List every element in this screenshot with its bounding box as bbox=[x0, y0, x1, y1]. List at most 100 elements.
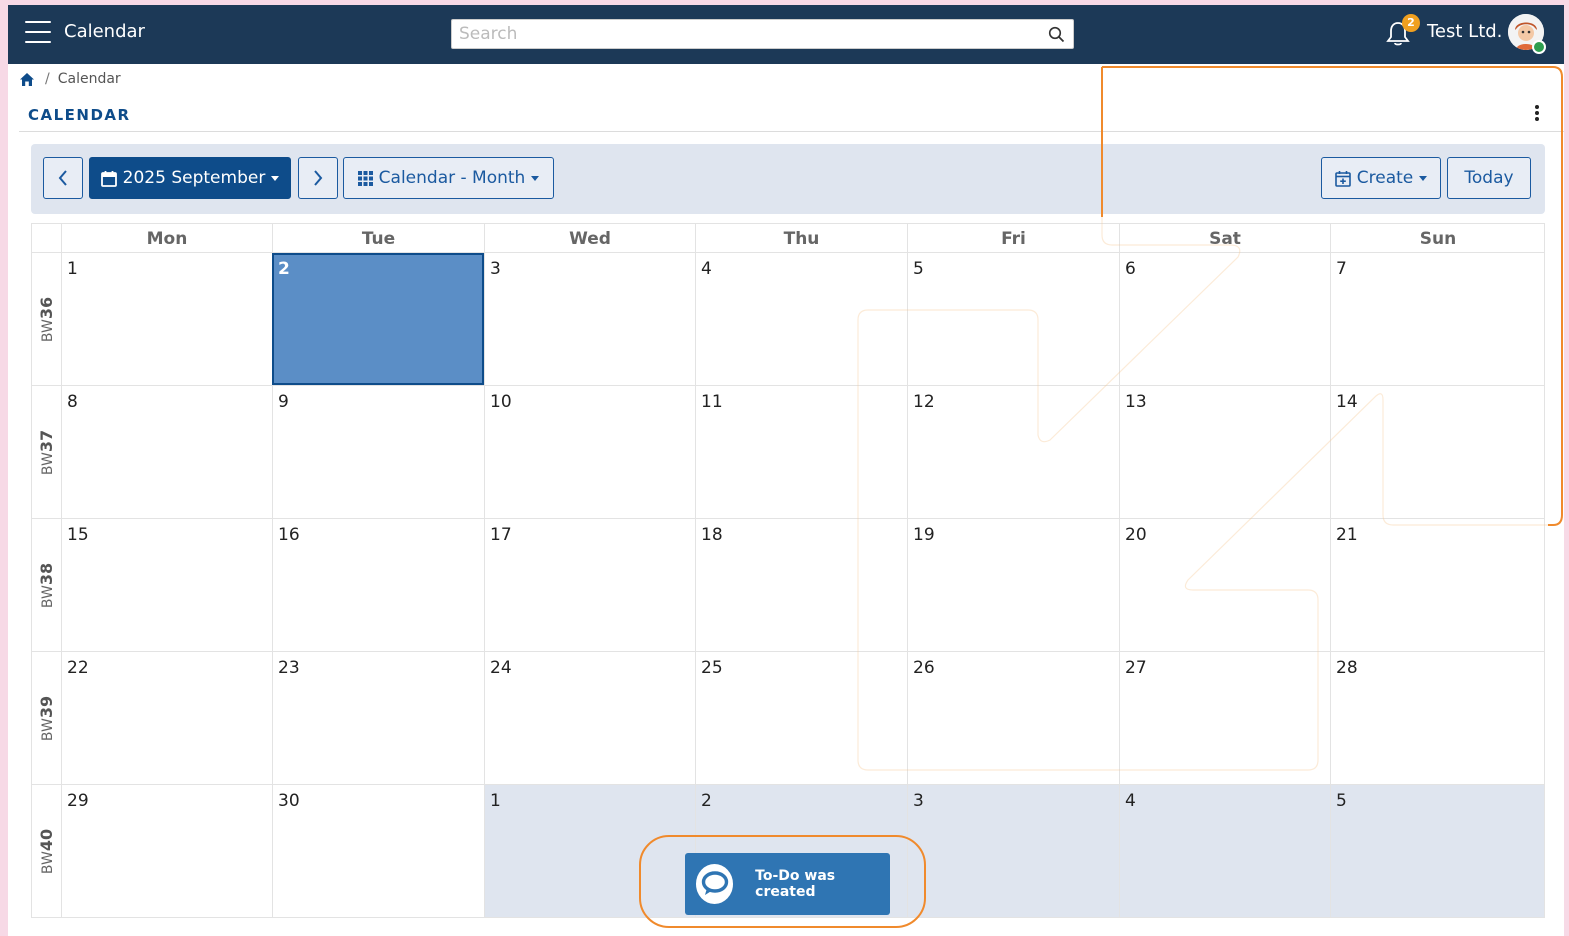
week-num: 39 bbox=[37, 695, 56, 719]
day-cell[interactable]: 10 bbox=[484, 386, 695, 518]
notification-badge: 2 bbox=[1402, 14, 1420, 32]
day-number: 6 bbox=[1125, 259, 1136, 279]
day-cell[interactable]: 28 bbox=[1330, 652, 1545, 784]
day-cell[interactable]: 24 bbox=[484, 652, 695, 784]
day-number: 25 bbox=[701, 658, 723, 678]
month-picker-button[interactable]: 2025 September bbox=[89, 157, 291, 199]
calendar-plus-icon bbox=[1334, 170, 1351, 187]
day-cell[interactable]: 5 bbox=[907, 253, 1119, 385]
grid-edge bbox=[1544, 519, 1545, 652]
day-cell[interactable]: 1 bbox=[484, 785, 695, 917]
day-cell[interactable]: 20 bbox=[1119, 519, 1330, 651]
app-title: Calendar bbox=[64, 21, 145, 42]
week-number-label: BW38 bbox=[37, 563, 56, 608]
day-cell[interactable]: 1 bbox=[61, 253, 272, 385]
menu-icon[interactable] bbox=[25, 21, 51, 43]
online-status-icon bbox=[1532, 40, 1546, 54]
day-cell[interactable]: 3 bbox=[484, 253, 695, 385]
search-input[interactable] bbox=[452, 20, 1032, 48]
day-number: 2 bbox=[701, 791, 712, 811]
day-cell[interactable]: 9 bbox=[272, 386, 484, 518]
week-prefix: BW bbox=[40, 452, 56, 476]
previous-month-button[interactable] bbox=[43, 157, 83, 199]
day-cell[interactable]: 23 bbox=[272, 652, 484, 784]
week-row: BW37 8 9 10 11 12 13 14 bbox=[31, 386, 1545, 519]
breadcrumb-current: Calendar bbox=[57, 71, 121, 87]
page-title: CALENDAR bbox=[28, 106, 131, 124]
day-cell[interactable]: 4 bbox=[1119, 785, 1330, 917]
grid-edge bbox=[1544, 386, 1545, 519]
view-selector-label: Calendar - Month bbox=[378, 168, 526, 188]
week-prefix: BW bbox=[40, 851, 56, 875]
day-cell[interactable]: 13 bbox=[1119, 386, 1330, 518]
day-cell[interactable]: 8 bbox=[61, 386, 272, 518]
day-number: 22 bbox=[67, 658, 89, 678]
day-cell[interactable]: 3 bbox=[907, 785, 1119, 917]
create-button[interactable]: Create bbox=[1321, 157, 1441, 199]
day-number: 26 bbox=[913, 658, 935, 678]
week-number: BW39 bbox=[31, 652, 61, 785]
day-number: 1 bbox=[490, 791, 501, 811]
week-num: 37 bbox=[37, 429, 56, 453]
home-icon[interactable] bbox=[19, 72, 35, 87]
day-cell[interactable]: 21 bbox=[1330, 519, 1545, 651]
day-cell[interactable]: 26 bbox=[907, 652, 1119, 784]
day-number: 28 bbox=[1336, 658, 1358, 678]
calendar-toolbar: 2025 September Calendar - Month Create T… bbox=[31, 144, 1545, 214]
day-cell[interactable]: 5 bbox=[1330, 785, 1545, 917]
chevron-down-icon bbox=[531, 175, 540, 181]
weekday-header-corner bbox=[31, 224, 61, 254]
day-cell[interactable]: 15 bbox=[61, 519, 272, 651]
week-prefix: BW bbox=[40, 585, 56, 609]
week-num: 36 bbox=[37, 296, 56, 320]
day-number: 27 bbox=[1125, 658, 1147, 678]
day-number: 14 bbox=[1336, 392, 1358, 412]
day-cell[interactable]: 29 bbox=[61, 785, 272, 917]
grid-edge bbox=[1544, 785, 1545, 918]
day-number: 23 bbox=[278, 658, 300, 678]
day-number: 3 bbox=[490, 259, 501, 279]
search-icon[interactable] bbox=[1048, 26, 1065, 43]
chat-bubble-icon bbox=[696, 864, 734, 904]
day-cell[interactable]: 11 bbox=[695, 386, 907, 518]
day-cell[interactable]: 17 bbox=[484, 519, 695, 651]
company-name[interactable]: Test Ltd. bbox=[1427, 21, 1502, 42]
week-prefix: BW bbox=[40, 718, 56, 742]
day-number: 1 bbox=[67, 259, 78, 279]
day-cell[interactable]: 18 bbox=[695, 519, 907, 651]
day-cell[interactable]: 25 bbox=[695, 652, 907, 784]
day-cell[interactable]: 16 bbox=[272, 519, 484, 651]
grid-edge bbox=[1544, 224, 1545, 254]
divider bbox=[19, 131, 1564, 132]
next-month-button[interactable] bbox=[298, 157, 338, 199]
day-cell[interactable]: 19 bbox=[907, 519, 1119, 651]
day-cell[interactable]: 27 bbox=[1119, 652, 1330, 784]
more-options-icon[interactable] bbox=[1533, 105, 1541, 123]
day-cell[interactable]: 7 bbox=[1330, 253, 1545, 385]
day-cell[interactable]: 12 bbox=[907, 386, 1119, 518]
week-number-label: BW36 bbox=[37, 297, 56, 342]
day-cell-selected[interactable]: 2 bbox=[272, 253, 484, 385]
day-number: 13 bbox=[1125, 392, 1147, 412]
grid-edge bbox=[1544, 652, 1545, 785]
calendar-icon bbox=[100, 170, 117, 187]
chevron-down-icon bbox=[271, 175, 280, 181]
toast-message: To-Do was created bbox=[755, 868, 836, 900]
toast-notification[interactable]: To-Do was created bbox=[685, 853, 890, 915]
day-cell[interactable]: 14 bbox=[1330, 386, 1545, 518]
view-selector-button[interactable]: Calendar - Month bbox=[343, 157, 554, 199]
month-picker-label: 2025 September bbox=[122, 168, 266, 188]
day-cell[interactable]: 4 bbox=[695, 253, 907, 385]
week-number-label: BW40 bbox=[37, 829, 56, 874]
day-number: 18 bbox=[701, 525, 723, 545]
day-cell[interactable]: 22 bbox=[61, 652, 272, 784]
day-cell[interactable]: 6 bbox=[1119, 253, 1330, 385]
search-box[interactable] bbox=[451, 19, 1074, 49]
day-number: 24 bbox=[490, 658, 512, 678]
weekday-header-thu: Thu bbox=[695, 224, 907, 254]
weekday-header-wed: Wed bbox=[484, 224, 695, 254]
today-button[interactable]: Today bbox=[1447, 157, 1531, 199]
day-number: 16 bbox=[278, 525, 300, 545]
day-number: 19 bbox=[913, 525, 935, 545]
day-cell[interactable]: 30 bbox=[272, 785, 484, 917]
